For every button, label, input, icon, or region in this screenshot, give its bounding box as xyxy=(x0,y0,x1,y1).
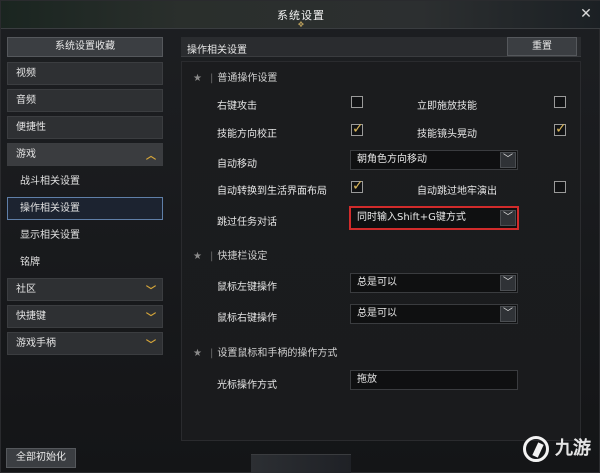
checkbox-skill-camera-shake[interactable] xyxy=(554,121,567,137)
reset-all-button[interactable]: 全部初始化 xyxy=(6,448,76,468)
checkbox-auto-skip-dungeon[interactable] xyxy=(554,181,566,193)
chevron-down-icon: ﹀ xyxy=(500,152,516,168)
dropdown-cursor-mode-value: 拖放 xyxy=(357,374,377,385)
section-title-hotbar: ★ | 快捷栏设定 xyxy=(193,251,268,262)
label-instant-cast: 立即施放技能 xyxy=(417,101,477,112)
chevron-down-icon: ﹀ xyxy=(146,286,156,297)
dropdown-right-click-value: 总是可以 xyxy=(357,308,397,319)
sidebar-item-gamepad[interactable]: 游戏手柄 ﹀ xyxy=(7,332,163,355)
chevron-up-icon: ︿ xyxy=(146,151,156,162)
dropdown-skip-quest-dialog-value: 同时输入Shift+G键方式 xyxy=(357,212,466,223)
label-skill-camera-shake: 技能镜头晃动 xyxy=(417,129,477,140)
watermark-text: 九游 xyxy=(555,438,591,459)
sidebar-item-hotkeys[interactable]: 快捷键 ﹀ xyxy=(7,305,163,328)
chevron-down-icon: ﹀ xyxy=(500,210,516,226)
label-auto-move: 自动移动 xyxy=(217,159,257,170)
page-title: 操作相关设置 xyxy=(187,45,247,56)
label-cursor-mode: 光标操作方式 xyxy=(217,380,277,391)
dropdown-right-click-action[interactable]: 总是可以 ﹀ xyxy=(350,304,518,324)
sidebar-favorites-button[interactable]: 系统设置收藏 xyxy=(7,37,163,57)
checkbox-skill-direction[interactable] xyxy=(351,121,364,137)
label-right-click-attack: 右键攻击 xyxy=(217,101,257,112)
logo-icon xyxy=(523,436,549,462)
sidebar-subitem-combat[interactable]: 战斗相关设置 xyxy=(7,170,163,193)
bottom-hotbar-strip xyxy=(251,454,351,473)
label-auto-skip-dungeon: 自动跳过地牢演出 xyxy=(417,186,497,197)
sidebar-item-audio[interactable]: 音频 xyxy=(7,89,163,112)
sidebar-item-game-label: 游戏 xyxy=(16,149,36,160)
reset-button[interactable]: 重置 xyxy=(507,37,577,56)
checkbox-right-click-attack[interactable] xyxy=(351,96,363,108)
ornament-icon: ❖ xyxy=(297,20,305,29)
title-bar: 系统设置 ❖ ✕ xyxy=(1,1,600,29)
watermark: 九游 xyxy=(471,434,591,464)
section-title-general-label: 普通操作设置 xyxy=(217,73,278,84)
label-skill-direction: 技能方向校正 xyxy=(217,129,277,140)
sidebar: 系统设置收藏 视频 音频 便捷性 游戏 ︿ 战斗相关设置 操作相关设置 显示相关… xyxy=(7,37,163,437)
sidebar-item-video[interactable]: 视频 xyxy=(7,62,163,85)
main-header: 操作相关设置 重置 xyxy=(181,37,581,57)
sidebar-item-convenience[interactable]: 便捷性 xyxy=(7,116,163,139)
sidebar-subitem-nameplate[interactable]: 铭牌 xyxy=(7,251,163,274)
chevron-down-icon: ﹀ xyxy=(500,306,516,322)
label-right-click-action: 鼠标右键操作 xyxy=(217,313,277,324)
settings-window: 系统设置 ❖ ✕ 系统设置收藏 视频 音频 便捷性 游戏 ︿ 战斗相关设置 操作… xyxy=(0,0,600,473)
dropdown-cursor-mode[interactable]: 拖放 xyxy=(350,370,518,390)
checkbox-auto-switch-layout[interactable] xyxy=(351,178,364,194)
dropdown-auto-move[interactable]: 朝角色方向移动 ﹀ xyxy=(350,150,518,170)
sidebar-item-gamepad-label: 游戏手柄 xyxy=(16,338,56,349)
star-icon: ★ xyxy=(193,348,202,359)
checkbox-instant-cast[interactable] xyxy=(554,96,566,108)
dropdown-skip-quest-dialog[interactable]: 同时输入Shift+G键方式 ﹀ xyxy=(349,206,519,230)
star-icon: ★ xyxy=(193,251,202,262)
sidebar-subitem-display[interactable]: 显示相关设置 xyxy=(7,224,163,247)
label-auto-switch-layout: 自动转换到生活界面布局 xyxy=(217,186,327,197)
sidebar-item-game[interactable]: 游戏 ︿ xyxy=(7,143,163,166)
sidebar-item-hotkeys-label: 快捷键 xyxy=(16,311,46,322)
chevron-down-icon: ﹀ xyxy=(146,340,156,351)
sidebar-subitem-controls[interactable]: 操作相关设置 xyxy=(7,197,163,220)
section-title-hotbar-label: 快捷栏设定 xyxy=(217,251,268,262)
dropdown-auto-move-value: 朝角色方向移动 xyxy=(357,154,427,165)
dropdown-left-click-action[interactable]: 总是可以 ﹀ xyxy=(350,273,518,293)
dropdown-left-click-value: 总是可以 xyxy=(357,277,397,288)
chevron-down-icon: ﹀ xyxy=(500,275,516,291)
label-skip-quest-dialog: 跳过任务对话 xyxy=(217,217,277,228)
section-title-general: ★ | 普通操作设置 xyxy=(193,73,278,84)
sidebar-item-community-label: 社区 xyxy=(16,284,36,295)
chevron-down-icon: ﹀ xyxy=(146,313,156,324)
section-title-mouse: ★ | 设置鼠标和手柄的操作方式 xyxy=(193,348,338,359)
label-left-click-action: 鼠标左键操作 xyxy=(217,282,277,293)
section-title-mouse-label: 设置鼠标和手柄的操作方式 xyxy=(217,348,338,359)
sidebar-item-community[interactable]: 社区 ﹀ xyxy=(7,278,163,301)
star-icon: ★ xyxy=(193,73,202,84)
close-icon[interactable]: ✕ xyxy=(577,5,595,23)
